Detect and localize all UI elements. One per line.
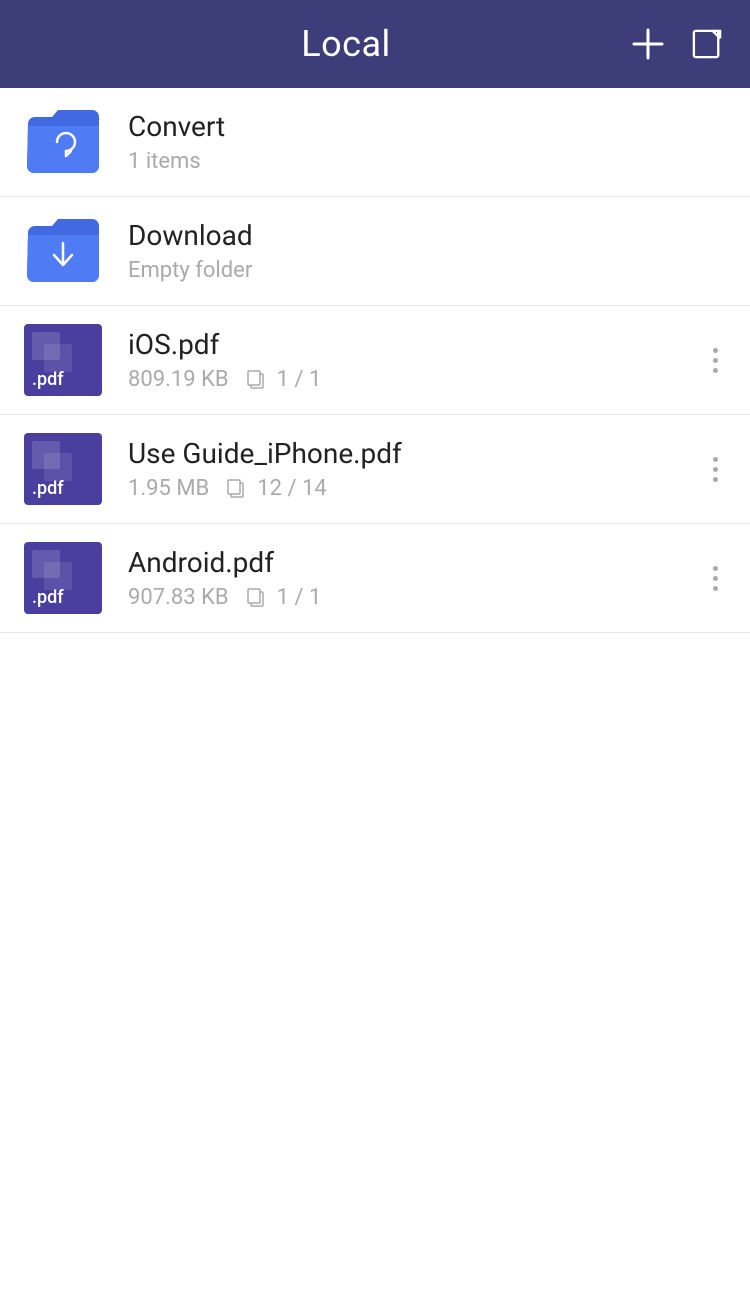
folder-convert-name: Convert: [128, 110, 726, 143]
pdf-ios-info: iOS.pdf 809.19 KB 1 / 1: [128, 328, 697, 392]
folder-convert-icon: [24, 106, 104, 178]
file-list: Convert 1 items Download Empty folder: [0, 88, 750, 633]
pages-icon: [247, 588, 267, 608]
folder-convert-info: Convert 1 items: [128, 110, 726, 174]
pdf-android-info: Android.pdf 907.83 KB 1 / 1: [128, 546, 697, 610]
app-header: Local: [0, 0, 750, 88]
folder-download-name: Download: [128, 219, 726, 252]
pdf-android-name: Android.pdf: [128, 546, 697, 579]
pages-icon: [247, 370, 267, 390]
list-item[interactable]: .pdf iOS.pdf 809.19 KB 1 / 1: [0, 306, 750, 415]
folder-download-info: Download Empty folder: [128, 219, 726, 283]
add-button[interactable]: [632, 28, 664, 60]
pdf-guide-meta: 1.95 MB 12 / 14: [128, 476, 697, 501]
pdf-ios-icon: .pdf: [24, 324, 104, 396]
edit-button[interactable]: [692, 29, 722, 59]
pdf-guide-info: Use Guide_iPhone.pdf 1.95 MB 12 / 14: [128, 437, 697, 501]
menu-button[interactable]: [28, 34, 60, 55]
pages-icon: [227, 479, 247, 499]
pdf-android-icon: .pdf: [24, 542, 104, 614]
more-button[interactable]: [705, 558, 726, 599]
pdf-android-meta: 907.83 KB 1 / 1: [128, 585, 697, 610]
folder-download-icon: [24, 215, 104, 287]
folder-convert-meta: 1 items: [128, 149, 726, 174]
list-item[interactable]: .pdf Use Guide_iPhone.pdf 1.95 MB 12 / 1…: [0, 415, 750, 524]
list-item[interactable]: .pdf Android.pdf 907.83 KB 1 / 1: [0, 524, 750, 633]
folder-download-meta: Empty folder: [128, 258, 726, 283]
pdf-ios-meta: 809.19 KB 1 / 1: [128, 367, 697, 392]
list-item[interactable]: Convert 1 items: [0, 88, 750, 197]
more-button[interactable]: [705, 449, 726, 490]
list-item[interactable]: Download Empty folder: [0, 197, 750, 306]
pdf-ios-name: iOS.pdf: [128, 328, 697, 361]
page-title: Local: [301, 23, 391, 65]
pdf-guide-icon: .pdf: [24, 433, 104, 505]
more-button[interactable]: [705, 340, 726, 381]
pdf-guide-name: Use Guide_iPhone.pdf: [128, 437, 697, 470]
